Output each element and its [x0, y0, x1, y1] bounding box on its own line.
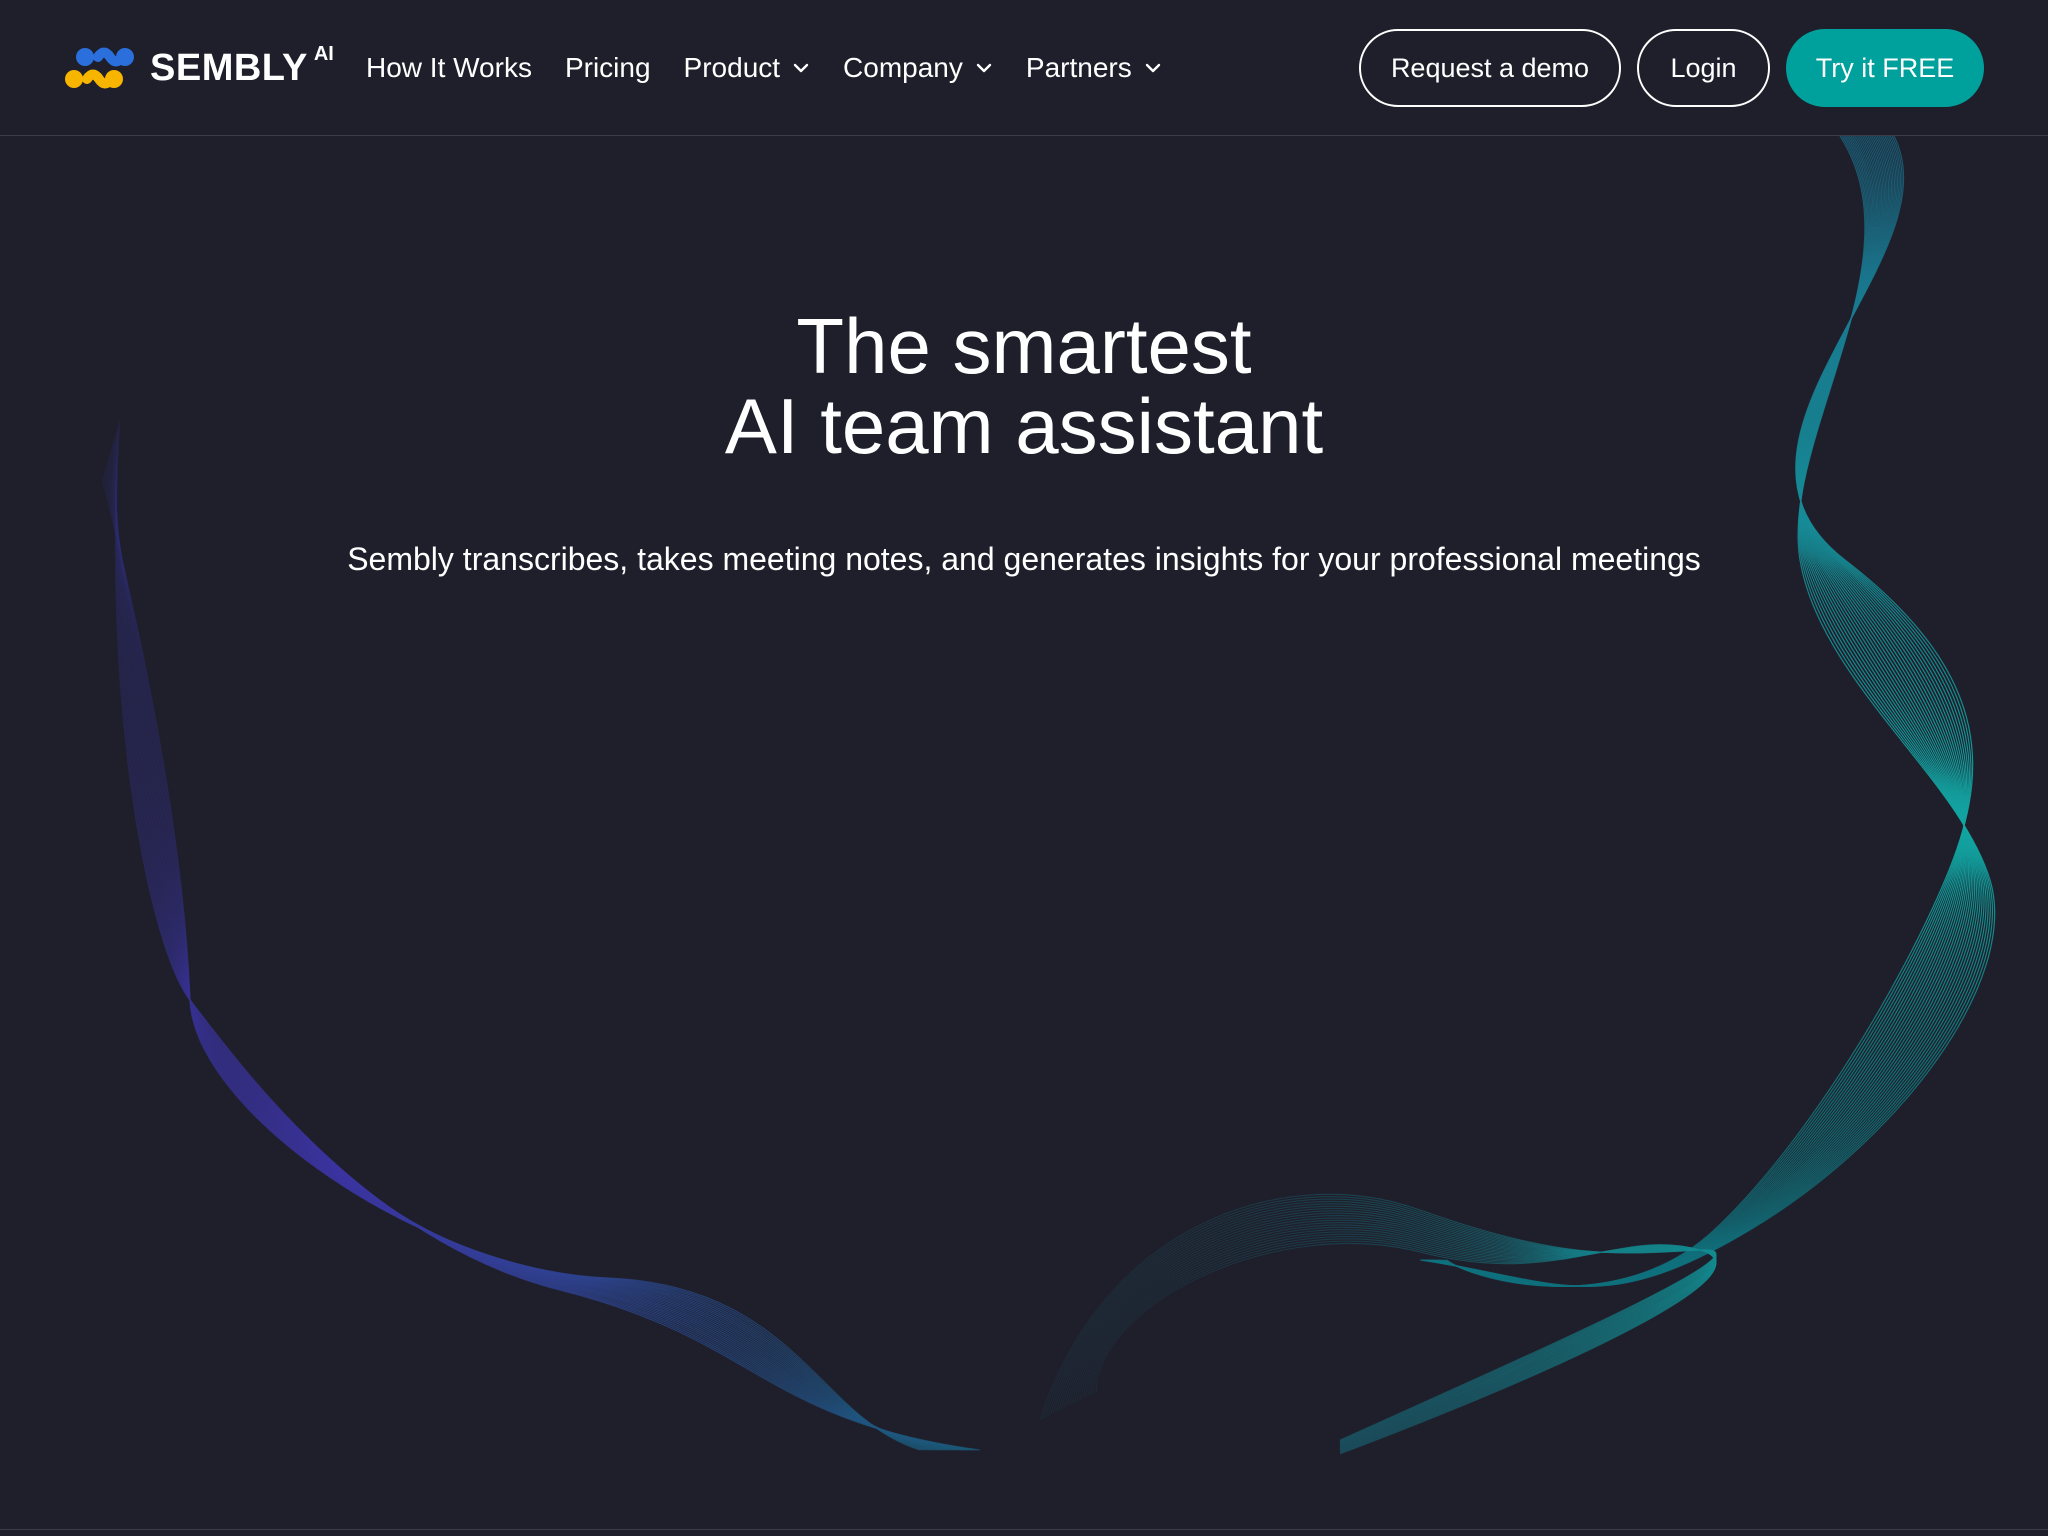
nav-label: Pricing	[564, 52, 651, 83]
wave-line	[104, 470, 930, 1451]
hero-subtitle: Sembly transcribes, takes meeting notes,…	[347, 541, 1701, 577]
wave-line	[114, 436, 964, 1451]
brand-suffix: AI	[313, 42, 334, 65]
wave-line	[113, 439, 961, 1451]
wave-line	[107, 458, 942, 1451]
sembly-logo-link[interactable]: SEMBLY AI	[64, 42, 334, 92]
wave-line	[105, 467, 933, 1451]
wave-line	[107, 460, 940, 1451]
wave-line	[106, 463, 937, 1451]
nav-label: Product	[683, 52, 781, 83]
wave-line	[112, 443, 957, 1451]
nav-product[interactable]: Product	[684, 52, 811, 84]
main-nav: How It Works Pricing Product Company Par…	[366, 44, 1195, 92]
wave-line	[111, 446, 954, 1451]
hero-title: The smartest AI team assistant	[0, 306, 2048, 466]
nav-pricing[interactable]: Pricing	[565, 52, 651, 84]
wave-line	[102, 477, 923, 1451]
wave-line	[115, 431, 969, 1451]
wave-line	[108, 455, 945, 1451]
header-actions: Request a demo Login Try it FREE	[1359, 29, 1984, 107]
request-demo-button[interactable]: Request a demo	[1359, 29, 1621, 107]
section-divider	[0, 1529, 2048, 1530]
hero-title-line-2: AI team assistant	[724, 382, 1324, 470]
decorative-wave-lines	[101, 135, 1996, 1455]
nav-company[interactable]: Company	[843, 52, 993, 84]
nav-partners[interactable]: Partners	[1026, 52, 1162, 84]
try-free-button[interactable]: Try it FREE	[1786, 29, 1984, 107]
nav-label: How It Works	[366, 52, 532, 83]
wave-line	[101, 479, 921, 1451]
chevron-down-icon	[1145, 63, 1160, 73]
wave-line	[105, 465, 935, 1451]
nav-how-it-works[interactable]: How It Works	[366, 52, 532, 84]
hero-title-line-1: The smartest	[796, 302, 1252, 390]
login-button[interactable]: Login	[1637, 29, 1770, 107]
chevron-down-icon	[793, 63, 809, 73]
sembly-dots-logo-icon	[65, 47, 134, 89]
wave-line	[110, 451, 949, 1451]
wave-line	[109, 453, 947, 1451]
nav-label: Partners	[1025, 52, 1132, 83]
landing-page: SEMBLY AI How It Works Pricing Product C…	[0, 0, 2048, 1536]
bottom-wave-group	[1039, 1193, 1717, 1455]
wave-line	[112, 441, 959, 1451]
wave-line	[115, 434, 966, 1451]
wave-line	[102, 475, 925, 1451]
wave-line	[110, 448, 952, 1451]
wave-line	[115, 429, 971, 1451]
site-header: SEMBLY AI How It Works Pricing Product C…	[0, 0, 2048, 136]
brand-name: SEMBLY	[150, 47, 308, 89]
wave-line	[103, 472, 928, 1451]
chevron-down-icon	[976, 63, 992, 73]
nav-label: Company	[843, 52, 963, 83]
